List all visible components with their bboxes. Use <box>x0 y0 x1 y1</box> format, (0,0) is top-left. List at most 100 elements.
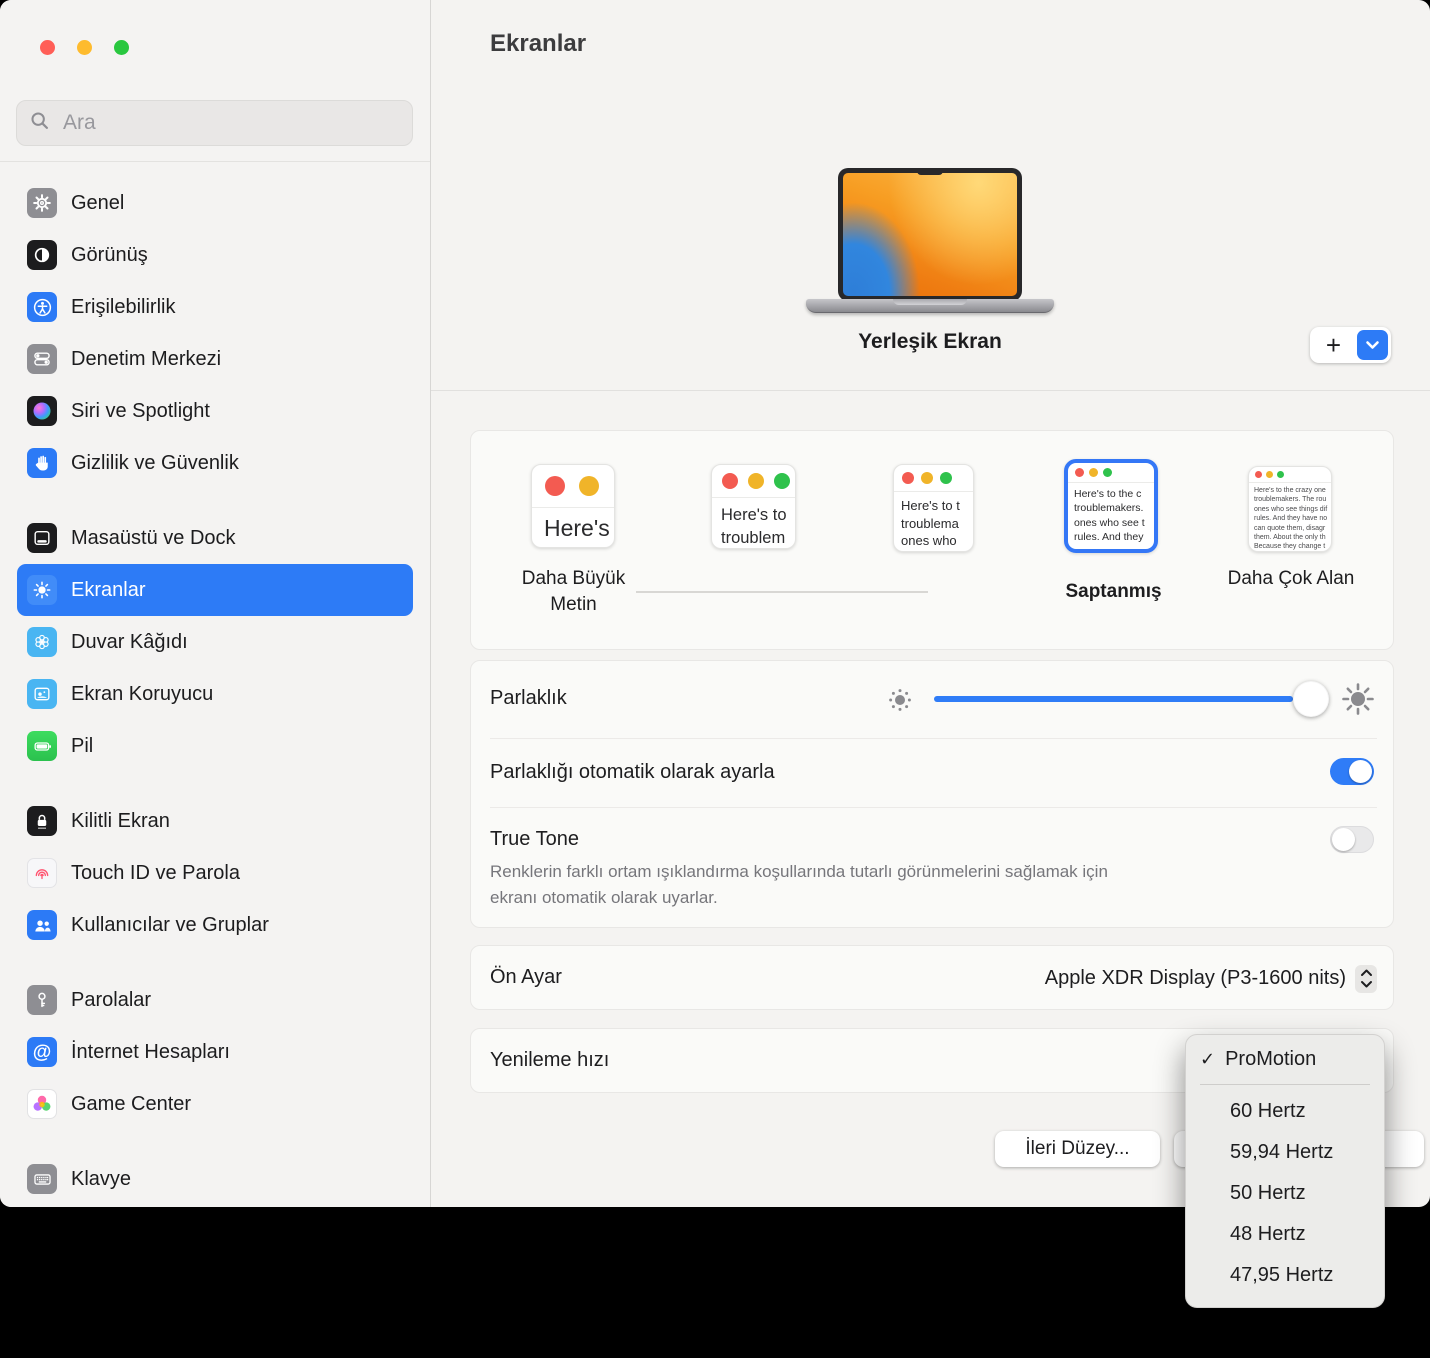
scaling-option-default[interactable]: Here's to the ctroublemakers. ones who s… <box>1064 459 1158 553</box>
sidebar-item-kullanicilar[interactable]: Kullanıcılar ve Gruplar <box>17 899 413 951</box>
battery-icon <box>27 731 57 761</box>
sidebar-item-siri[interactable]: Siri ve Spotlight <box>17 385 413 437</box>
brightness-slider-track[interactable] <box>934 696 1293 702</box>
checkmark-icon: ✓ <box>1200 1049 1215 1070</box>
sidebar-item-label: Game Center <box>71 1093 191 1116</box>
sidebar-item-label: Siri ve Spotlight <box>71 400 210 423</box>
sidebar-item-label: Parolalar <box>71 989 151 1012</box>
scaling-option-more-space[interactable]: Here's to the crazy onetroublemakers. Th… <box>1248 466 1332 552</box>
search-input[interactable] <box>61 110 400 136</box>
thumb-yellow-dot <box>748 473 764 489</box>
sidebar-item-erisilebilirlik[interactable]: Erişilebilirlik <box>17 281 413 333</box>
brightness-card: Parlaklık Parlaklığı otomatik olarak aya… <box>470 660 1394 928</box>
gear-icon <box>27 188 57 218</box>
sidebar-item-masaustu-dock[interactable]: Masaüstü ve Dock <box>17 512 413 564</box>
sidebar-item-gorunus[interactable]: Görünüş <box>17 229 413 281</box>
sidebar-item-ekran-koruyucu[interactable]: Ekran Koruyucu <box>17 668 413 720</box>
control-center-icon <box>27 344 57 374</box>
preset-card: Ön Ayar Apple XDR Display (P3-1600 nits) <box>470 945 1394 1010</box>
scaling-option-2[interactable]: Here's totroublem <box>711 464 796 549</box>
thumb-red-dot <box>1255 471 1262 478</box>
dock-icon <box>27 523 57 553</box>
sidebar-item-kilitli-ekran[interactable]: Kilitli Ekran <box>17 795 413 847</box>
refresh-rate-menu: ✓ ProMotion 60 Hertz 59,94 Hertz 50 Hert… <box>1185 1034 1385 1308</box>
menu-item-promotion[interactable]: ✓ ProMotion <box>1186 1040 1384 1078</box>
stepper-chevrons-icon[interactable] <box>1355 965 1377 993</box>
scaling-option-label-selected: Saptanmış <box>1041 579 1186 605</box>
menu-item-60hz[interactable]: 60 Hertz <box>1186 1091 1384 1132</box>
wallpaper-flower-icon <box>27 627 57 657</box>
sidebar-item-game-center[interactable]: Game Center <box>17 1078 413 1130</box>
sidebar-item-klavye[interactable]: Klavye <box>17 1153 413 1205</box>
scaling-option-label: Daha Çok Alan <box>1227 566 1355 592</box>
sidebar-item-label: Masaüstü ve Dock <box>71 527 236 550</box>
minimize-button[interactable] <box>77 40 92 55</box>
true-tone-label: True Tone <box>490 828 579 851</box>
search-icon <box>29 110 51 137</box>
row-divider <box>490 807 1377 808</box>
sidebar-item-denetim-merkezi[interactable]: Denetim Merkezi <box>17 333 413 385</box>
sidebar: Genel Görünüş Erişilebilirlik <box>0 0 431 1207</box>
contrast-icon <box>27 240 57 270</box>
thumb-red-dot <box>1075 468 1084 477</box>
sidebar-item-genel[interactable]: Genel <box>17 177 413 229</box>
at-glyph: @ <box>33 1043 52 1062</box>
menu-item-48hz[interactable]: 48 Hertz <box>1186 1214 1384 1255</box>
sidebar-item-touch-id[interactable]: Touch ID ve Parola <box>17 847 413 899</box>
brightness-slider-knob[interactable] <box>1293 681 1329 717</box>
sidebar-toolbar-divider <box>0 161 430 162</box>
auto-brightness-toggle[interactable] <box>1330 758 1374 785</box>
system-settings-window: Genel Görünüş Erişilebilirlik <box>0 0 1430 1207</box>
menu-item-50hz[interactable]: 50 Hertz <box>1186 1173 1384 1214</box>
advanced-button[interactable]: İleri Düzey... <box>995 1131 1160 1167</box>
at-icon: @ <box>27 1037 57 1067</box>
thumb-green-dot <box>1277 471 1284 478</box>
zoom-button[interactable] <box>114 40 129 55</box>
thumb-red-dot <box>545 476 565 496</box>
key-icon <box>27 985 57 1015</box>
toggle-knob <box>1349 760 1372 783</box>
menu-item-label: 48 Hertz <box>1230 1223 1306 1246</box>
menu-item-5994hz[interactable]: 59,94 Hertz <box>1186 1132 1384 1173</box>
add-display-menu-button[interactable] <box>1357 330 1388 360</box>
sidebar-item-gizlilik[interactable]: Gizlilik ve Güvenlik <box>17 437 413 489</box>
true-tone-description: Renklerin farklı ortam ışıklandırma koşu… <box>490 859 1108 910</box>
sidebar-group-gap <box>17 1130 413 1153</box>
search-field[interactable] <box>16 100 413 146</box>
siri-icon <box>27 396 57 426</box>
auto-brightness-label: Parlaklığı otomatik olarak ayarla <box>490 761 775 784</box>
add-display-split-button: + <box>1310 327 1391 363</box>
sidebar-item-label: Denetim Merkezi <box>71 348 221 371</box>
sidebar-item-label: Gizlilik ve Güvenlik <box>71 452 239 475</box>
brightness-dim-icon <box>886 686 914 719</box>
preset-select[interactable]: Apple XDR Display (P3-1600 nits) <box>1045 946 1377 1011</box>
scaling-option-3[interactable]: Here's to ttroublemaones who <box>893 464 974 552</box>
brightness-bright-icon <box>1339 680 1377 723</box>
sidebar-group-gap <box>17 772 413 795</box>
menu-item-label: ProMotion <box>1225 1048 1316 1071</box>
sidebar-item-pil[interactable]: Pil <box>17 720 413 772</box>
add-display-button[interactable]: + <box>1310 328 1357 362</box>
sidebar-item-parolalar[interactable]: Parolalar <box>17 974 413 1026</box>
sidebar-item-label: Genel <box>71 192 124 215</box>
menu-item-4795hz[interactable]: 47,95 Hertz <box>1186 1255 1384 1296</box>
sidebar-item-label: Duvar Kâğıdı <box>71 631 188 654</box>
thumb-green-dot <box>774 473 790 489</box>
menu-item-label: 59,94 Hertz <box>1230 1141 1333 1164</box>
true-tone-toggle[interactable] <box>1330 826 1374 853</box>
advanced-button-label: İleri Düzey... <box>1025 1138 1129 1160</box>
thumb-yellow-dot <box>921 472 933 484</box>
sidebar-item-ekranlar[interactable]: Ekranlar <box>17 564 413 616</box>
sidebar-item-internet-hesaplari[interactable]: @ İnternet Hesapları <box>17 1026 413 1078</box>
scaling-option-larger-text[interactable]: Here's <box>531 464 615 548</box>
scaling-divider-line <box>636 591 928 593</box>
sidebar-group-gap <box>17 489 413 512</box>
preset-value: Apple XDR Display (P3-1600 nits) <box>1045 967 1346 990</box>
users-icon <box>27 910 57 940</box>
brightness-label: Parlaklık <box>490 687 567 710</box>
sidebar-item-label: Kilitli Ekran <box>71 810 170 833</box>
sidebar-item-label: Kullanıcılar ve Gruplar <box>71 914 269 937</box>
close-button[interactable] <box>40 40 55 55</box>
sidebar-item-label: Ekran Koruyucu <box>71 683 213 706</box>
sidebar-item-duvar-kagidi[interactable]: Duvar Kâğıdı <box>17 616 413 668</box>
